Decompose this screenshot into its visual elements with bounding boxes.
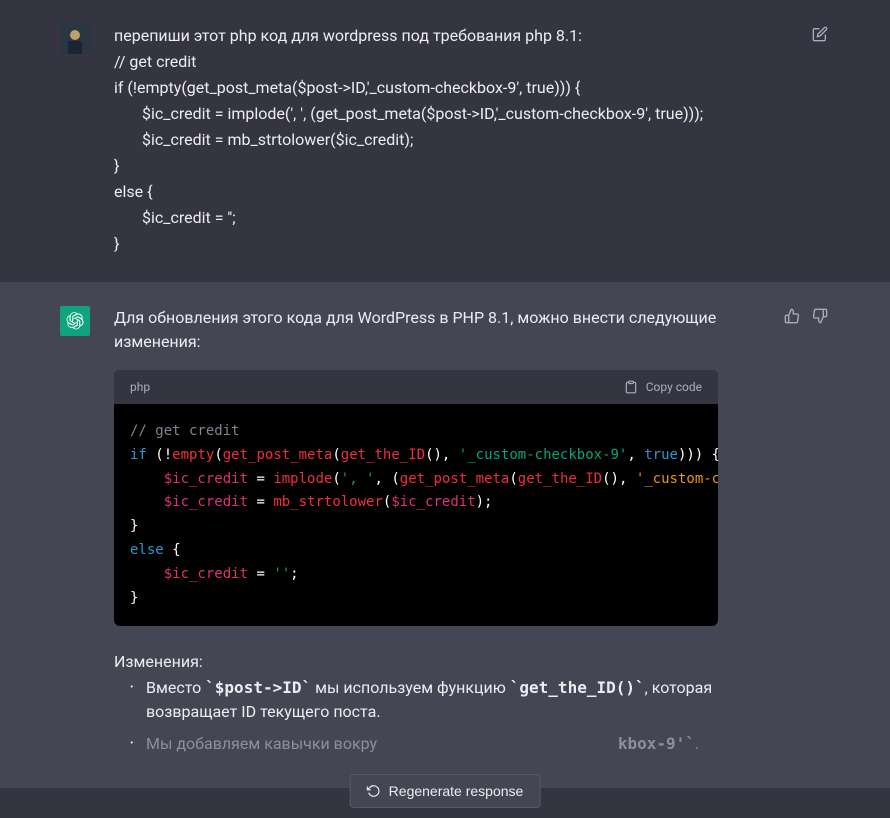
clipboard-icon [624,380,638,394]
changes-title: Изменения: [114,650,718,674]
user-text-line: if (!empty(get_post_meta($post->ID,'_cus… [114,76,746,100]
user-text-line: } [114,154,746,178]
code-block: php Copy code // get credit if (!empty(g… [114,370,718,626]
openai-icon [66,312,84,330]
user-text-line: else { [114,180,746,204]
refresh-icon [367,784,381,798]
user-text-line: $ic_credit = ''; [114,206,746,230]
user-text-line: $ic_credit = mb_strtolower($ic_credit); [114,128,746,152]
assistant-avatar [60,306,90,336]
thumbs-up-icon [784,308,800,324]
assistant-intro: Для обновления этого кода для WordPress … [114,306,718,354]
user-text-line: $ic_credit = implode(', ', (get_post_met… [114,102,746,126]
thumbs-down-button[interactable] [810,306,830,326]
edit-icon [812,26,828,42]
regenerate-label: Regenerate response [389,783,524,799]
code-language: php [130,378,150,396]
code-header: php Copy code [114,370,718,404]
user-text-line: // get credit [114,50,746,74]
user-text-line: } [114,232,746,256]
user-avatar [60,24,90,54]
copy-label: Copy code [646,378,702,396]
thumbs-down-icon [812,308,828,324]
assistant-content: Для обновления этого кода для WordPress … [114,306,758,764]
code-content: // get credit if (!empty(get_post_meta(g… [114,404,718,626]
assistant-message: Для обновления этого кода для WordPress … [0,282,890,788]
user-content: перепиши этот php код для wordpress под … [114,24,786,258]
changes-list: Вместо `$post->ID` мы используем функцию… [114,676,718,756]
thumbs-up-button[interactable] [782,306,802,326]
edit-button[interactable] [810,24,830,44]
user-text-line: перепиши этот php код для wordpress под … [114,24,746,48]
copy-code-button[interactable]: Copy code [624,378,702,396]
user-message: перепиши этот php код для wordpress под … [0,0,890,282]
regenerate-button[interactable]: Regenerate response [350,774,541,808]
list-item: Мы добавляем кавычки вокруXXXXXXXXXXXXXX… [130,732,718,756]
list-item: Вместо `$post->ID` мы используем функцию… [130,676,718,724]
